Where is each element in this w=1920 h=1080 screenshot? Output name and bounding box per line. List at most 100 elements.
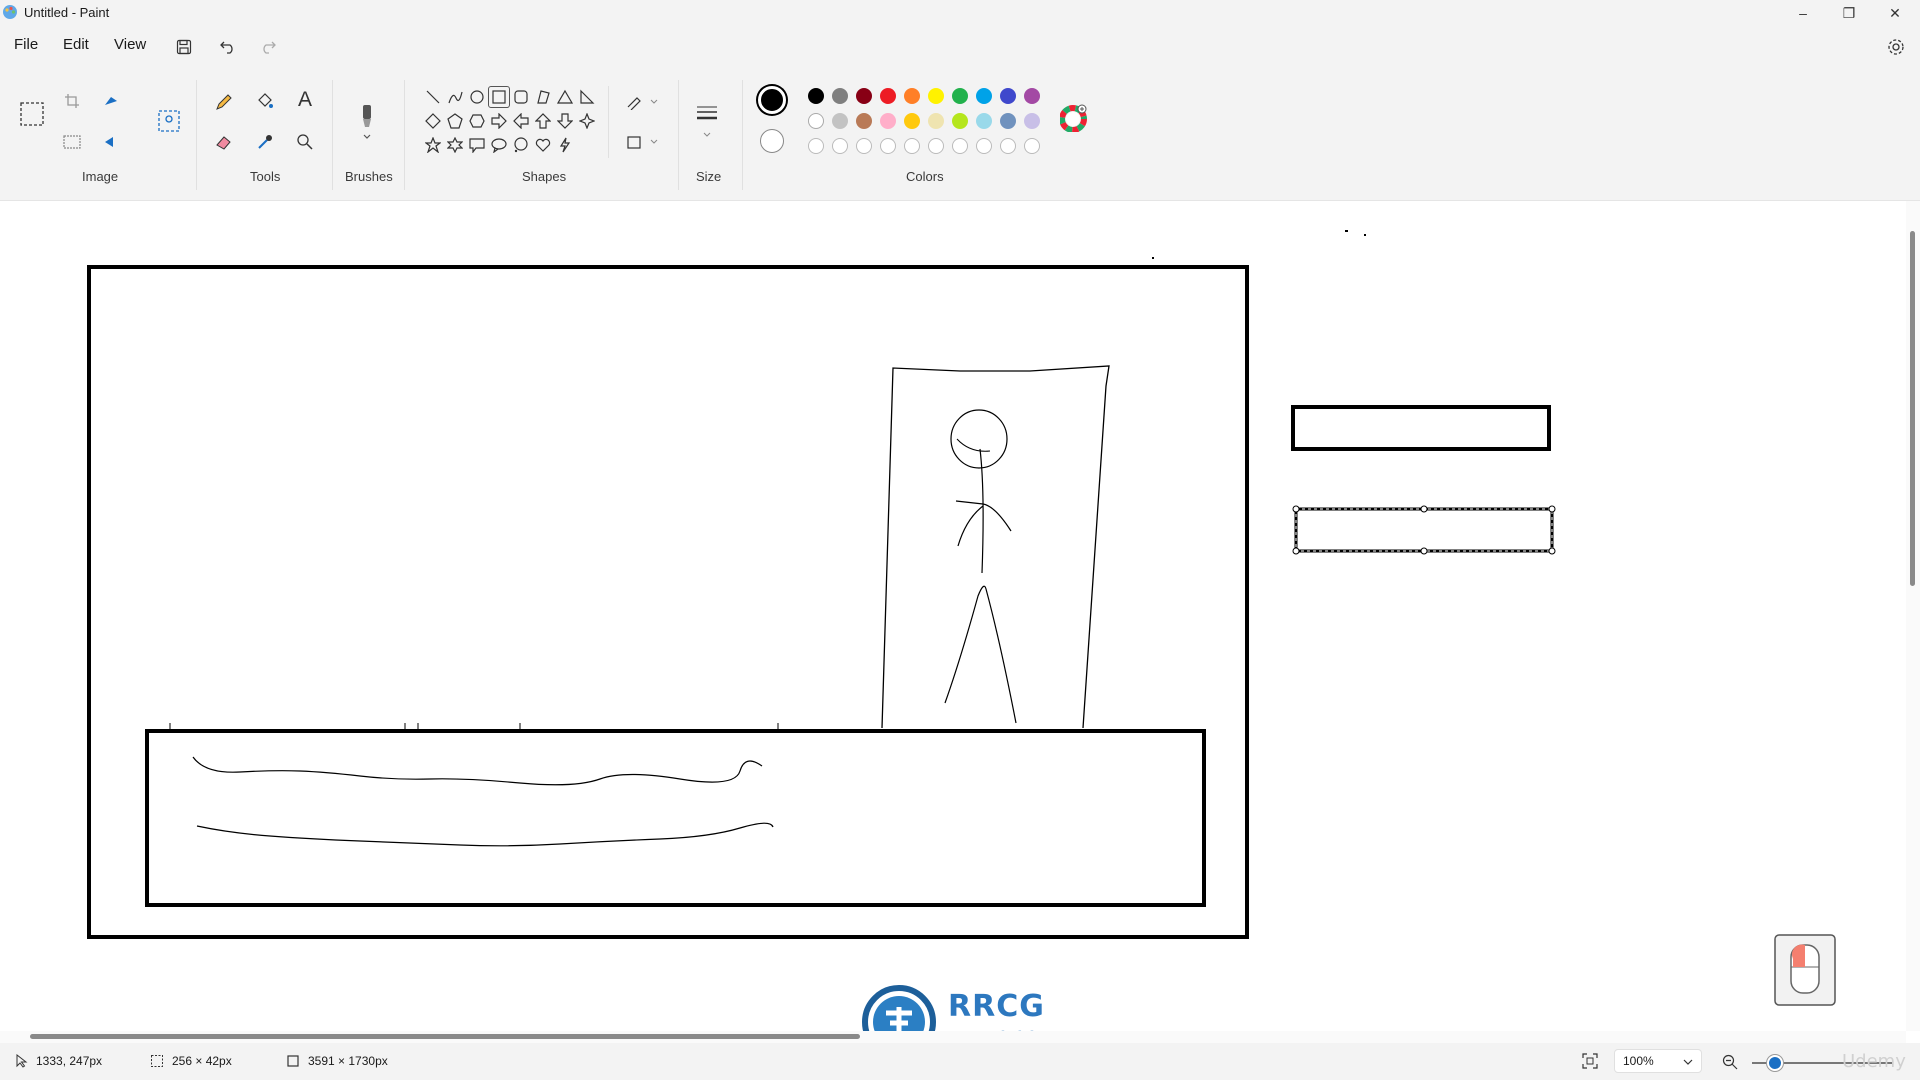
rounded-rectangle-shape-icon[interactable] xyxy=(510,86,532,108)
rect-callout-shape-icon[interactable] xyxy=(466,134,488,156)
eraser-icon[interactable] xyxy=(209,127,239,157)
color-swatch[interactable] xyxy=(856,113,872,129)
color-swatch[interactable] xyxy=(832,113,848,129)
line-shape-icon[interactable] xyxy=(422,86,444,108)
zoom-slider-thumb[interactable] xyxy=(1767,1055,1783,1071)
selection-handles[interactable] xyxy=(1292,505,1556,555)
color-swatch[interactable] xyxy=(856,88,872,104)
cursor-icon xyxy=(16,1054,28,1068)
select-icon[interactable] xyxy=(17,96,47,132)
secondary-color-swatch[interactable] xyxy=(760,129,784,153)
color-swatch[interactable] xyxy=(1000,113,1016,129)
save-icon[interactable] xyxy=(170,34,198,60)
empty-color-swatch[interactable] xyxy=(976,138,992,154)
color-picker-icon[interactable] xyxy=(250,127,280,157)
restore-button[interactable]: ❐ xyxy=(1826,0,1872,26)
empty-color-swatch[interactable] xyxy=(808,138,824,154)
rotate-icon[interactable] xyxy=(97,86,127,116)
drawn-rectangle xyxy=(1291,405,1551,451)
hexagon-shape-icon[interactable] xyxy=(466,110,488,132)
color-swatch[interactable] xyxy=(976,88,992,104)
five-point-star-shape-icon[interactable] xyxy=(422,134,444,156)
cloud-callout-shape-icon[interactable] xyxy=(510,134,532,156)
color-swatch[interactable] xyxy=(1000,88,1016,104)
color-swatch[interactable] xyxy=(928,113,944,129)
color-swatch[interactable] xyxy=(808,113,824,129)
settings-gear-icon[interactable] xyxy=(1882,34,1910,60)
group-label-size: Size xyxy=(696,169,722,184)
zoom-level-dropdown[interactable]: 100% xyxy=(1614,1049,1702,1073)
empty-color-swatch[interactable] xyxy=(928,138,944,154)
empty-color-swatch[interactable] xyxy=(904,138,920,154)
horizontal-scrollbar[interactable] xyxy=(0,1031,1906,1043)
fill-bucket-icon[interactable] xyxy=(250,87,280,117)
lightning-shape-icon[interactable] xyxy=(554,134,576,156)
diamond-shape-icon[interactable] xyxy=(422,110,444,132)
empty-color-swatch[interactable] xyxy=(1000,138,1016,154)
image-background-icon[interactable] xyxy=(154,106,184,136)
empty-color-swatch[interactable] xyxy=(856,138,872,154)
polygon-shape-icon[interactable] xyxy=(532,86,554,108)
color-swatch[interactable] xyxy=(880,88,896,104)
rectangle-shape-icon[interactable] xyxy=(488,86,510,108)
color-swatch[interactable] xyxy=(808,88,824,104)
magnifier-icon[interactable] xyxy=(290,127,320,157)
divider xyxy=(404,80,405,190)
oval-shape-icon[interactable] xyxy=(466,86,488,108)
brush-icon[interactable] xyxy=(352,96,382,146)
crop-icon[interactable] xyxy=(57,86,87,116)
redo-icon[interactable] xyxy=(254,34,282,60)
zoom-out-icon[interactable] xyxy=(1722,1054,1738,1070)
empty-color-swatch[interactable] xyxy=(1024,138,1040,154)
color-swatch[interactable] xyxy=(928,88,944,104)
outline-dropdown-icon[interactable] xyxy=(623,87,663,117)
menu-view[interactable]: View xyxy=(114,36,146,53)
divider xyxy=(332,80,333,190)
four-point-star-shape-icon[interactable] xyxy=(576,110,598,132)
empty-color-swatch[interactable] xyxy=(952,138,968,154)
up-arrow-shape-icon[interactable] xyxy=(532,110,554,132)
menu-edit[interactable]: Edit xyxy=(63,36,89,53)
vertical-scrollbar[interactable] xyxy=(1906,201,1920,1031)
pencil-icon[interactable] xyxy=(209,87,239,117)
six-point-star-shape-icon[interactable] xyxy=(444,134,466,156)
color-swatch[interactable] xyxy=(904,88,920,104)
drawing-canvas[interactable]: RRCG 人人素材 xyxy=(0,201,1906,1059)
selected-rectangle[interactable] xyxy=(1294,507,1554,553)
color-swatch[interactable] xyxy=(1024,88,1040,104)
vertical-scroll-thumb[interactable] xyxy=(1910,231,1915,586)
edit-colors-icon[interactable] xyxy=(1059,103,1089,133)
color-swatch[interactable] xyxy=(904,113,920,129)
shapes-gallery xyxy=(418,86,609,158)
flip-icon[interactable] xyxy=(97,127,127,157)
resize-icon[interactable] xyxy=(57,127,87,157)
menu-file[interactable]: File xyxy=(14,36,38,53)
triangle-shape-icon[interactable] xyxy=(554,86,576,108)
down-arrow-shape-icon[interactable] xyxy=(554,110,576,132)
oval-callout-shape-icon[interactable] xyxy=(488,134,510,156)
empty-color-swatch[interactable] xyxy=(832,138,848,154)
pentagon-shape-icon[interactable] xyxy=(444,110,466,132)
fit-to-window-icon[interactable] xyxy=(1582,1053,1598,1069)
fill-dropdown-icon[interactable] xyxy=(623,127,663,157)
undo-icon[interactable] xyxy=(214,34,242,60)
color-swatch[interactable] xyxy=(952,88,968,104)
left-arrow-shape-icon[interactable] xyxy=(510,110,532,132)
right-arrow-shape-icon[interactable] xyxy=(488,110,510,132)
horizontal-scroll-thumb[interactable] xyxy=(30,1034,860,1039)
color-swatch[interactable] xyxy=(952,113,968,129)
color-swatch[interactable] xyxy=(976,113,992,129)
primary-color-swatch[interactable] xyxy=(758,86,786,114)
heart-shape-icon[interactable] xyxy=(532,134,554,156)
color-swatch[interactable] xyxy=(832,88,848,104)
text-tool-icon[interactable]: A xyxy=(290,85,320,115)
empty-color-swatch[interactable] xyxy=(880,138,896,154)
color-swatch[interactable] xyxy=(1024,113,1040,129)
scribble-line xyxy=(196,822,774,847)
right-triangle-shape-icon[interactable] xyxy=(576,86,598,108)
size-icon[interactable] xyxy=(692,96,722,146)
curve-shape-icon[interactable] xyxy=(444,86,466,108)
minimize-button[interactable]: – xyxy=(1780,0,1826,26)
color-swatch[interactable] xyxy=(880,113,896,129)
close-button[interactable]: ✕ xyxy=(1872,0,1918,26)
